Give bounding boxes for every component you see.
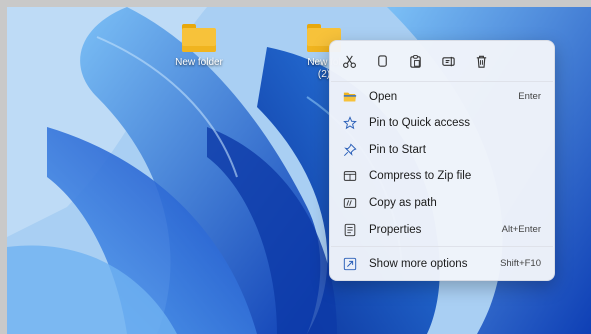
menu-separator — [331, 81, 553, 82]
more-options-icon — [342, 256, 358, 272]
menu-item-label: Pin to Start — [369, 143, 426, 156]
menu-item-label: Copy as path — [369, 196, 437, 209]
menu-item-properties[interactable]: Properties Alt+Enter — [334, 217, 550, 242]
copy-icon — [377, 54, 387, 67]
desktop-icon-label: New folder — [175, 57, 223, 68]
menu-item-copy-as-path[interactable]: Copy as path — [334, 190, 550, 215]
context-menu-toolbar — [330, 41, 554, 81]
menu-item-show-more-options[interactable]: Show more options Shift+F10 — [334, 251, 550, 276]
zip-folder-icon — [342, 168, 358, 184]
desktop-icon-new-folder[interactable]: New folder — [163, 24, 235, 69]
menu-item-shortcut: Shift+F10 — [500, 258, 541, 269]
menu-item-compress-zip[interactable]: Compress to Zip file — [334, 163, 550, 188]
path-icon — [342, 195, 358, 211]
menu-item-open[interactable]: Open Enter — [334, 84, 550, 109]
star-icon — [342, 115, 358, 131]
paste-button[interactable] — [404, 50, 426, 72]
folder-icon — [182, 24, 216, 52]
cut-button[interactable] — [338, 50, 360, 72]
menu-item-pin-quick-access[interactable]: Pin to Quick access — [334, 110, 550, 135]
copy-button[interactable] — [371, 50, 393, 72]
delete-button[interactable] — [470, 50, 492, 72]
paste-icon — [409, 54, 421, 68]
properties-icon — [342, 222, 358, 238]
menu-item-label: Properties — [369, 223, 422, 236]
menu-item-label: Compress to Zip file — [369, 169, 472, 182]
folder-open-icon — [342, 89, 358, 105]
menu-item-shortcut: Alt+Enter — [501, 224, 541, 235]
menu-item-label: Open — [369, 90, 398, 103]
menu-separator — [331, 246, 553, 247]
menu-item-shortcut: Enter — [518, 91, 541, 102]
scissors-icon — [342, 55, 356, 68]
context-menu: Open Enter Pin to Quick access Pin to St… — [329, 40, 555, 281]
menu-item-pin-start[interactable]: Pin to Start — [334, 137, 550, 162]
rename-icon — [441, 56, 455, 66]
menu-item-label: Show more options — [369, 257, 468, 270]
trash-icon — [476, 55, 486, 68]
rename-button[interactable] — [437, 50, 459, 72]
pin-icon — [342, 142, 358, 158]
screenshot-frame: New folder New fol (2) Open Enter Pin to… — [0, 0, 591, 334]
menu-item-label: Pin to Quick access — [369, 116, 470, 129]
